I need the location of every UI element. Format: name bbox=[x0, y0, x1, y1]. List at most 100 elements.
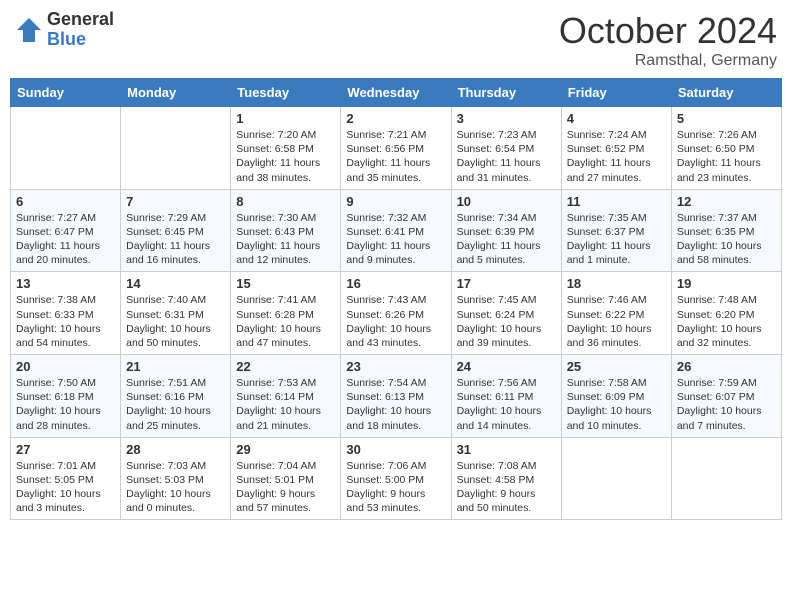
day-number: 18 bbox=[567, 276, 666, 291]
calendar-cell: 25Sunrise: 7:58 AMSunset: 6:09 PMDayligh… bbox=[561, 355, 671, 438]
calendar-cell: 24 Sunrise: 7:56 AMSunset: 6:11 PMDayligh… bbox=[451, 355, 561, 438]
calendar-cell bbox=[11, 107, 121, 190]
day-number: 9 bbox=[346, 194, 445, 209]
day-number: 2 bbox=[346, 111, 445, 126]
day-number: 3 bbox=[457, 111, 556, 126]
calendar-cell: 2Sunrise: 7:21 AMSunset: 6:56 PMDaylight… bbox=[341, 107, 451, 190]
day-number: 25 bbox=[567, 359, 666, 374]
calendar-cell bbox=[671, 437, 781, 520]
day-info: Sunrise: 7:46 AMSunset: 6:22 PMDaylight:… bbox=[567, 293, 666, 350]
day-number: 8 bbox=[236, 194, 335, 209]
day-number: 13 bbox=[16, 276, 115, 291]
calendar-cell: 21 Sunrise: 7:51 AMSunset: 6:16 PMDayligh… bbox=[121, 355, 231, 438]
calendar-cell: 9 Sunrise: 7:32 AMSunset: 6:41 PMDaylight… bbox=[341, 189, 451, 272]
logo-general: General bbox=[47, 10, 114, 30]
weekday-header-friday: Friday bbox=[561, 79, 671, 107]
weekday-header-row: SundayMondayTuesdayWednesdayThursdayFrid… bbox=[11, 79, 782, 107]
calendar-cell: 11Sunrise: 7:35 AMSunset: 6:37 PMDayligh… bbox=[561, 189, 671, 272]
day-number: 22 bbox=[236, 359, 335, 374]
day-info: Sunrise: 7:27 AMSunset: 6:47 PMDaylight:… bbox=[16, 211, 115, 268]
day-number: 5 bbox=[677, 111, 776, 126]
title-section: October 2024 Ramsthal, Germany bbox=[559, 10, 777, 70]
calendar-cell: 26 Sunrise: 7:59 AMSunset: 6:07 PMDayligh… bbox=[671, 355, 781, 438]
day-number: 19 bbox=[677, 276, 776, 291]
calendar-cell: 15 Sunrise: 7:41 AMSunset: 6:28 PMDayligh… bbox=[231, 272, 341, 355]
day-info: Sunrise: 7:04 AMSunset: 5:01 PMDaylight:… bbox=[236, 459, 335, 516]
day-number: 16 bbox=[346, 276, 445, 291]
weekday-header-sunday: Sunday bbox=[11, 79, 121, 107]
day-info: Sunrise: 7:41 AMSunset: 6:28 PMDaylight:… bbox=[236, 293, 335, 350]
day-number: 1 bbox=[236, 111, 335, 126]
day-number: 6 bbox=[16, 194, 115, 209]
day-info: Sunrise: 7:38 AMSunset: 6:33 PMDaylight:… bbox=[16, 293, 115, 350]
day-info: Sunrise: 7:53 AMSunset: 6:14 PMDaylight:… bbox=[236, 376, 335, 433]
day-info: Sunrise: 7:06 AMSunset: 5:00 PMDaylight:… bbox=[346, 459, 445, 516]
calendar-cell: 13 Sunrise: 7:38 AMSunset: 6:33 PMDayligh… bbox=[11, 272, 121, 355]
day-info: Sunrise: 7:48 AMSunset: 6:20 PMDaylight:… bbox=[677, 293, 776, 350]
day-info: Sunrise: 7:29 AMSunset: 6:45 PMDaylight:… bbox=[126, 211, 225, 268]
calendar-cell: 22 Sunrise: 7:53 AMSunset: 6:14 PMDayligh… bbox=[231, 355, 341, 438]
day-info: Sunrise: 7:03 AMSunset: 5:03 PMDaylight:… bbox=[126, 459, 225, 516]
calendar-cell: 31Sunrise: 7:08 AMSunset: 4:58 PMDayligh… bbox=[451, 437, 561, 520]
calendar-cell: 27Sunrise: 7:01 AMSunset: 5:05 PMDayligh… bbox=[11, 437, 121, 520]
weekday-header-monday: Monday bbox=[121, 79, 231, 107]
calendar-cell bbox=[121, 107, 231, 190]
weekday-header-saturday: Saturday bbox=[671, 79, 781, 107]
calendar-cell: 8 Sunrise: 7:30 AMSunset: 6:43 PMDaylight… bbox=[231, 189, 341, 272]
day-info: Sunrise: 7:23 AMSunset: 6:54 PMDaylight:… bbox=[457, 128, 556, 185]
day-info: Sunrise: 7:34 AMSunset: 6:39 PMDaylight:… bbox=[457, 211, 556, 268]
day-info: Sunrise: 7:51 AMSunset: 6:16 PMDaylight:… bbox=[126, 376, 225, 433]
calendar-cell: 4Sunrise: 7:24 AMSunset: 6:52 PMDaylight… bbox=[561, 107, 671, 190]
day-number: 11 bbox=[567, 194, 666, 209]
day-number: 10 bbox=[457, 194, 556, 209]
day-info: Sunrise: 7:30 AMSunset: 6:43 PMDaylight:… bbox=[236, 211, 335, 268]
calendar-cell bbox=[561, 437, 671, 520]
calendar-cell: 10 Sunrise: 7:34 AMSunset: 6:39 PMDayligh… bbox=[451, 189, 561, 272]
day-info: Sunrise: 7:37 AMSunset: 6:35 PMDaylight:… bbox=[677, 211, 776, 268]
calendar-cell: 19 Sunrise: 7:48 AMSunset: 6:20 PMDayligh… bbox=[671, 272, 781, 355]
logo-blue: Blue bbox=[47, 30, 114, 50]
calendar-cell: 3 Sunrise: 7:23 AMSunset: 6:54 PMDaylight… bbox=[451, 107, 561, 190]
weekday-header-thursday: Thursday bbox=[451, 79, 561, 107]
day-number: 17 bbox=[457, 276, 556, 291]
day-info: Sunrise: 7:20 AMSunset: 6:58 PMDaylight:… bbox=[236, 128, 335, 185]
calendar-cell: 7 Sunrise: 7:29 AMSunset: 6:45 PMDaylight… bbox=[121, 189, 231, 272]
weekday-header-tuesday: Tuesday bbox=[231, 79, 341, 107]
day-info: Sunrise: 7:32 AMSunset: 6:41 PMDaylight:… bbox=[346, 211, 445, 268]
day-info: Sunrise: 7:40 AMSunset: 6:31 PMDaylight:… bbox=[126, 293, 225, 350]
day-number: 31 bbox=[457, 442, 556, 457]
calendar-table: SundayMondayTuesdayWednesdayThursdayFrid… bbox=[10, 78, 782, 520]
calendar-cell: 29Sunrise: 7:04 AMSunset: 5:01 PMDayligh… bbox=[231, 437, 341, 520]
logo-icon bbox=[15, 16, 43, 44]
day-number: 23 bbox=[346, 359, 445, 374]
subtitle: Ramsthal, Germany bbox=[559, 52, 777, 70]
day-number: 20 bbox=[16, 359, 115, 374]
week-row-3: 13 Sunrise: 7:38 AMSunset: 6:33 PMDayligh… bbox=[11, 272, 782, 355]
logo-text: General Blue bbox=[47, 10, 114, 50]
weekday-header-wednesday: Wednesday bbox=[341, 79, 451, 107]
logo: General Blue bbox=[15, 10, 114, 50]
day-number: 28 bbox=[126, 442, 225, 457]
month-title: October 2024 bbox=[559, 10, 777, 52]
day-info: Sunrise: 7:24 AMSunset: 6:52 PMDaylight:… bbox=[567, 128, 666, 185]
day-number: 21 bbox=[126, 359, 225, 374]
calendar-cell: 1 Sunrise: 7:20 AMSunset: 6:58 PMDaylight… bbox=[231, 107, 341, 190]
calendar-cell: 18 Sunrise: 7:46 AMSunset: 6:22 PMDayligh… bbox=[561, 272, 671, 355]
day-number: 7 bbox=[126, 194, 225, 209]
calendar-cell: 14 Sunrise: 7:40 AMSunset: 6:31 PMDayligh… bbox=[121, 272, 231, 355]
calendar-cell: 16 Sunrise: 7:43 AMSunset: 6:26 PMDayligh… bbox=[341, 272, 451, 355]
day-info: Sunrise: 7:56 AMSunset: 6:11 PMDaylight:… bbox=[457, 376, 556, 433]
day-number: 24 bbox=[457, 359, 556, 374]
day-number: 14 bbox=[126, 276, 225, 291]
day-number: 27 bbox=[16, 442, 115, 457]
day-number: 15 bbox=[236, 276, 335, 291]
calendar-cell: 5Sunrise: 7:26 AMSunset: 6:50 PMDaylight… bbox=[671, 107, 781, 190]
calendar-cell: 23Sunrise: 7:54 AMSunset: 6:13 PMDayligh… bbox=[341, 355, 451, 438]
day-info: Sunrise: 7:59 AMSunset: 6:07 PMDaylight:… bbox=[677, 376, 776, 433]
week-row-4: 20Sunrise: 7:50 AMSunset: 6:18 PMDayligh… bbox=[11, 355, 782, 438]
day-info: Sunrise: 7:43 AMSunset: 6:26 PMDaylight:… bbox=[346, 293, 445, 350]
week-row-1: 1 Sunrise: 7:20 AMSunset: 6:58 PMDaylight… bbox=[11, 107, 782, 190]
day-number: 26 bbox=[677, 359, 776, 374]
week-row-2: 6 Sunrise: 7:27 AMSunset: 6:47 PMDaylight… bbox=[11, 189, 782, 272]
day-info: Sunrise: 7:45 AMSunset: 6:24 PMDaylight:… bbox=[457, 293, 556, 350]
